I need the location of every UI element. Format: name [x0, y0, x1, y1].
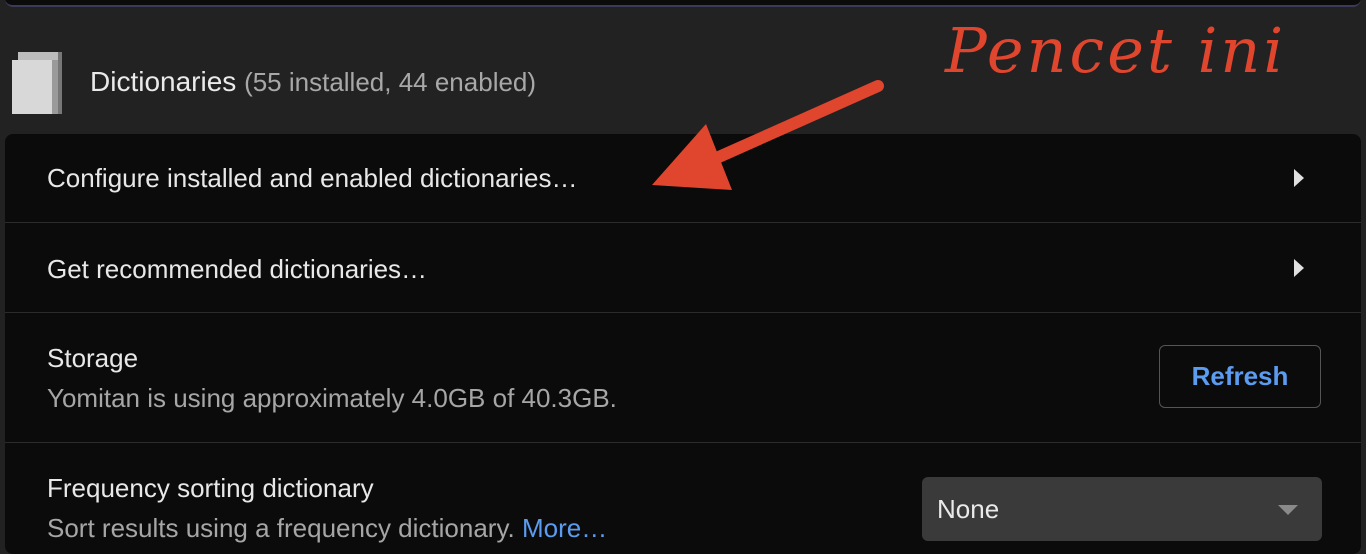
annotation-text: Pencet ini: [945, 14, 1287, 87]
